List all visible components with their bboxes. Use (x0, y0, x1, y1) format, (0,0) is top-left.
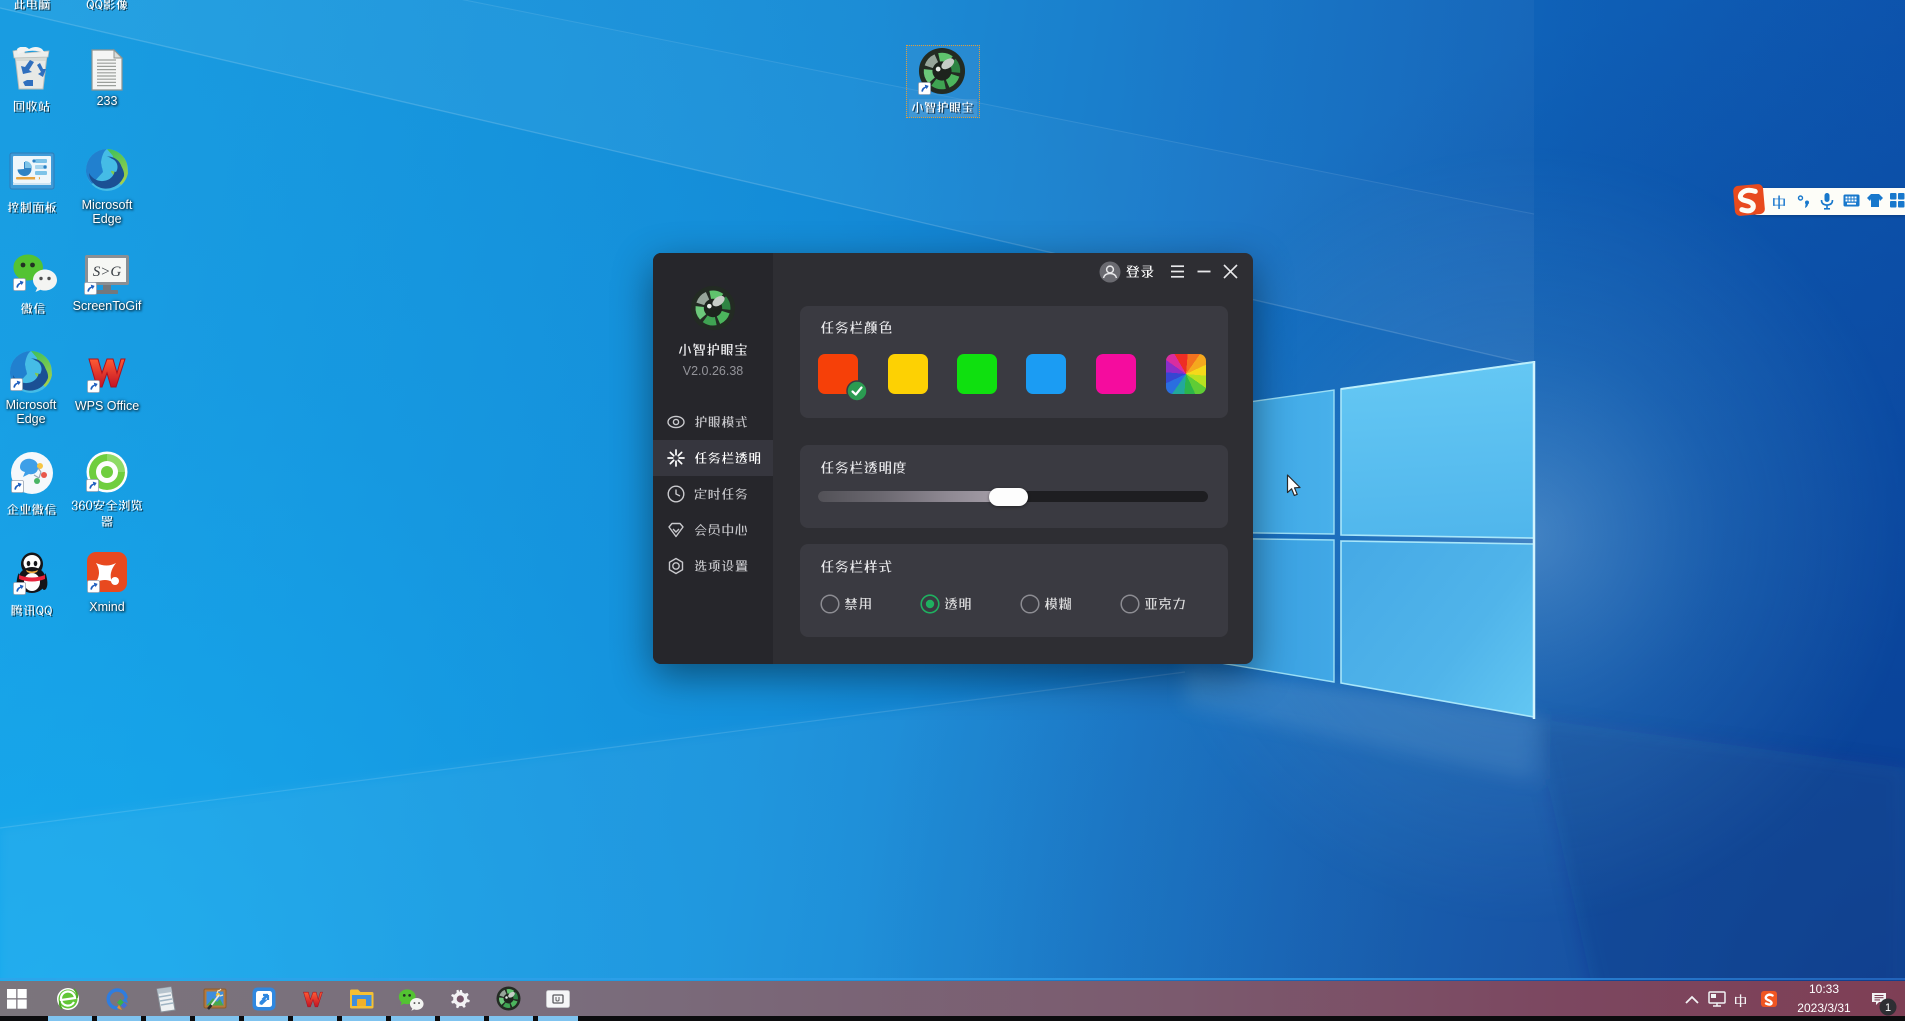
svg-text:S>G: S>G (93, 264, 122, 280)
svg-text:1: 1 (1885, 1002, 1891, 1014)
